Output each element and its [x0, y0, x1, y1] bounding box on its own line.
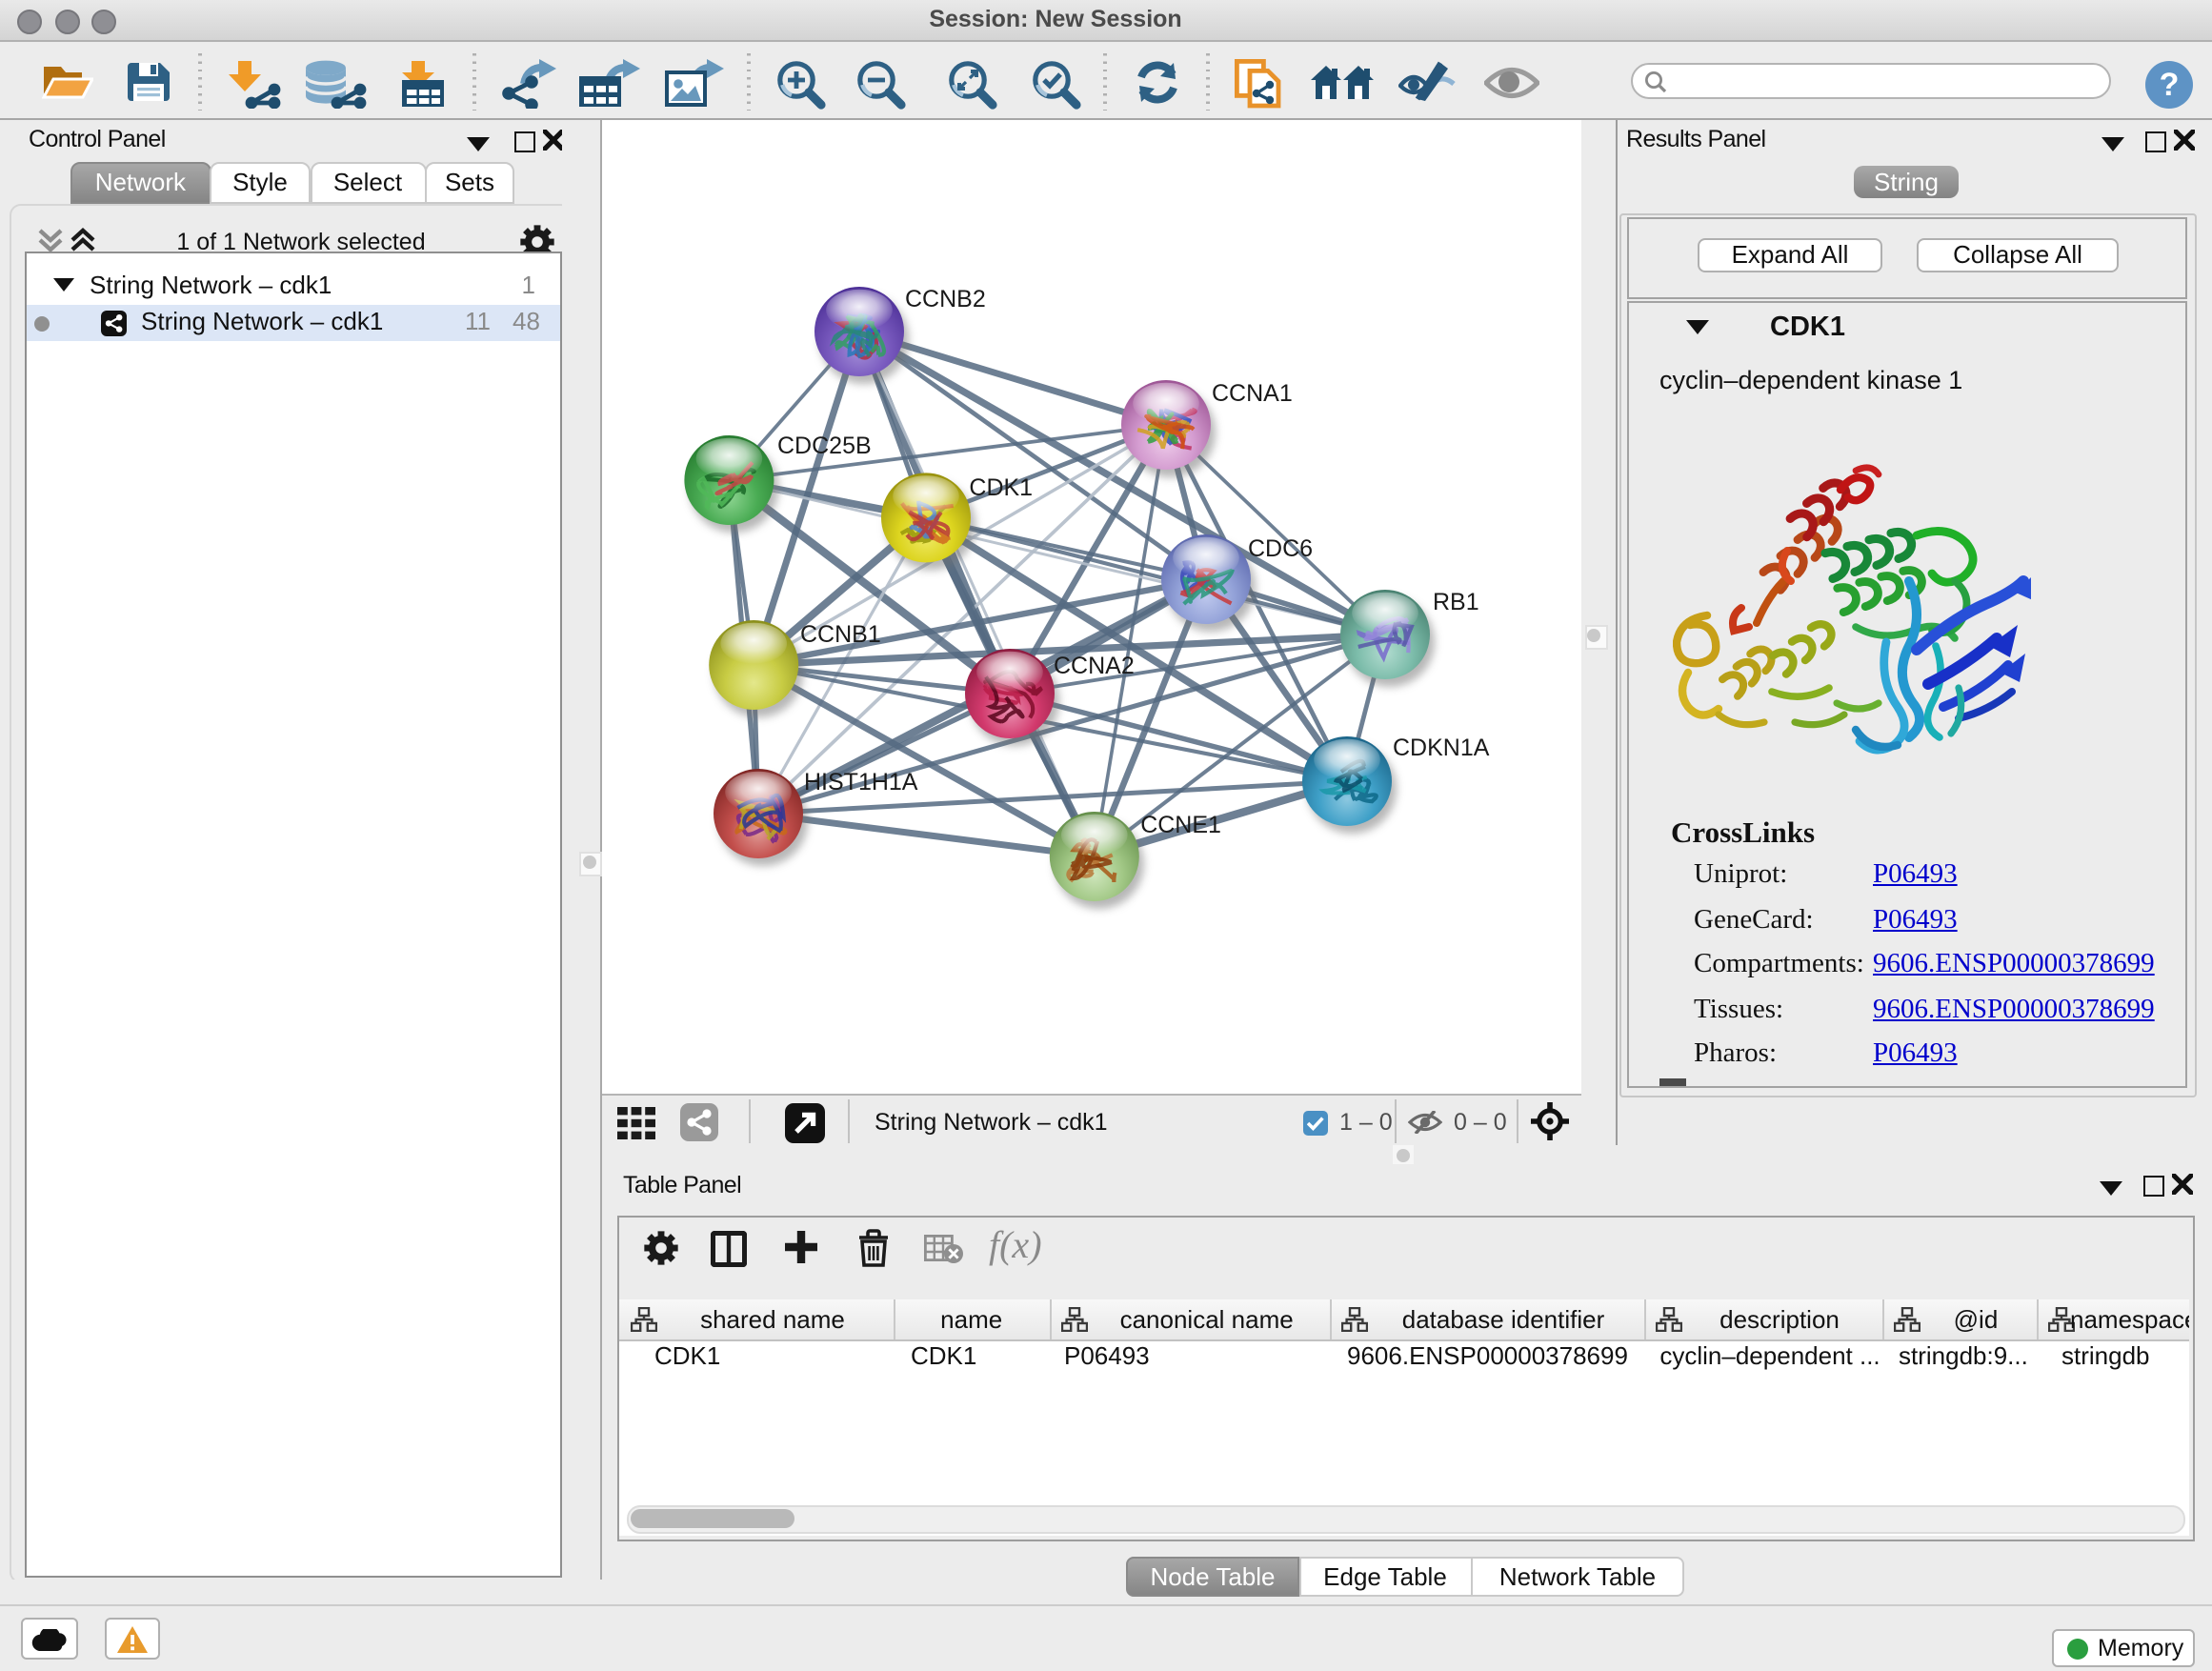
svg-text:CDKN1A: CDKN1A — [1393, 735, 1490, 761]
svg-text:RB1: RB1 — [1433, 589, 1479, 615]
svg-text:CCNA2: CCNA2 — [1054, 653, 1135, 679]
svg-text:CDC25B: CDC25B — [777, 433, 872, 459]
svg-text:CCNE1: CCNE1 — [1140, 812, 1221, 838]
svg-text:CDC6: CDC6 — [1248, 535, 1313, 562]
svg-text:CCNB2: CCNB2 — [905, 286, 986, 312]
svg-text:HIST1H1A: HIST1H1A — [804, 769, 918, 795]
svg-text:CCNA1: CCNA1 — [1212, 380, 1293, 407]
svg-text:CCNB1: CCNB1 — [800, 621, 881, 648]
svg-text:CDK1: CDK1 — [969, 474, 1033, 501]
